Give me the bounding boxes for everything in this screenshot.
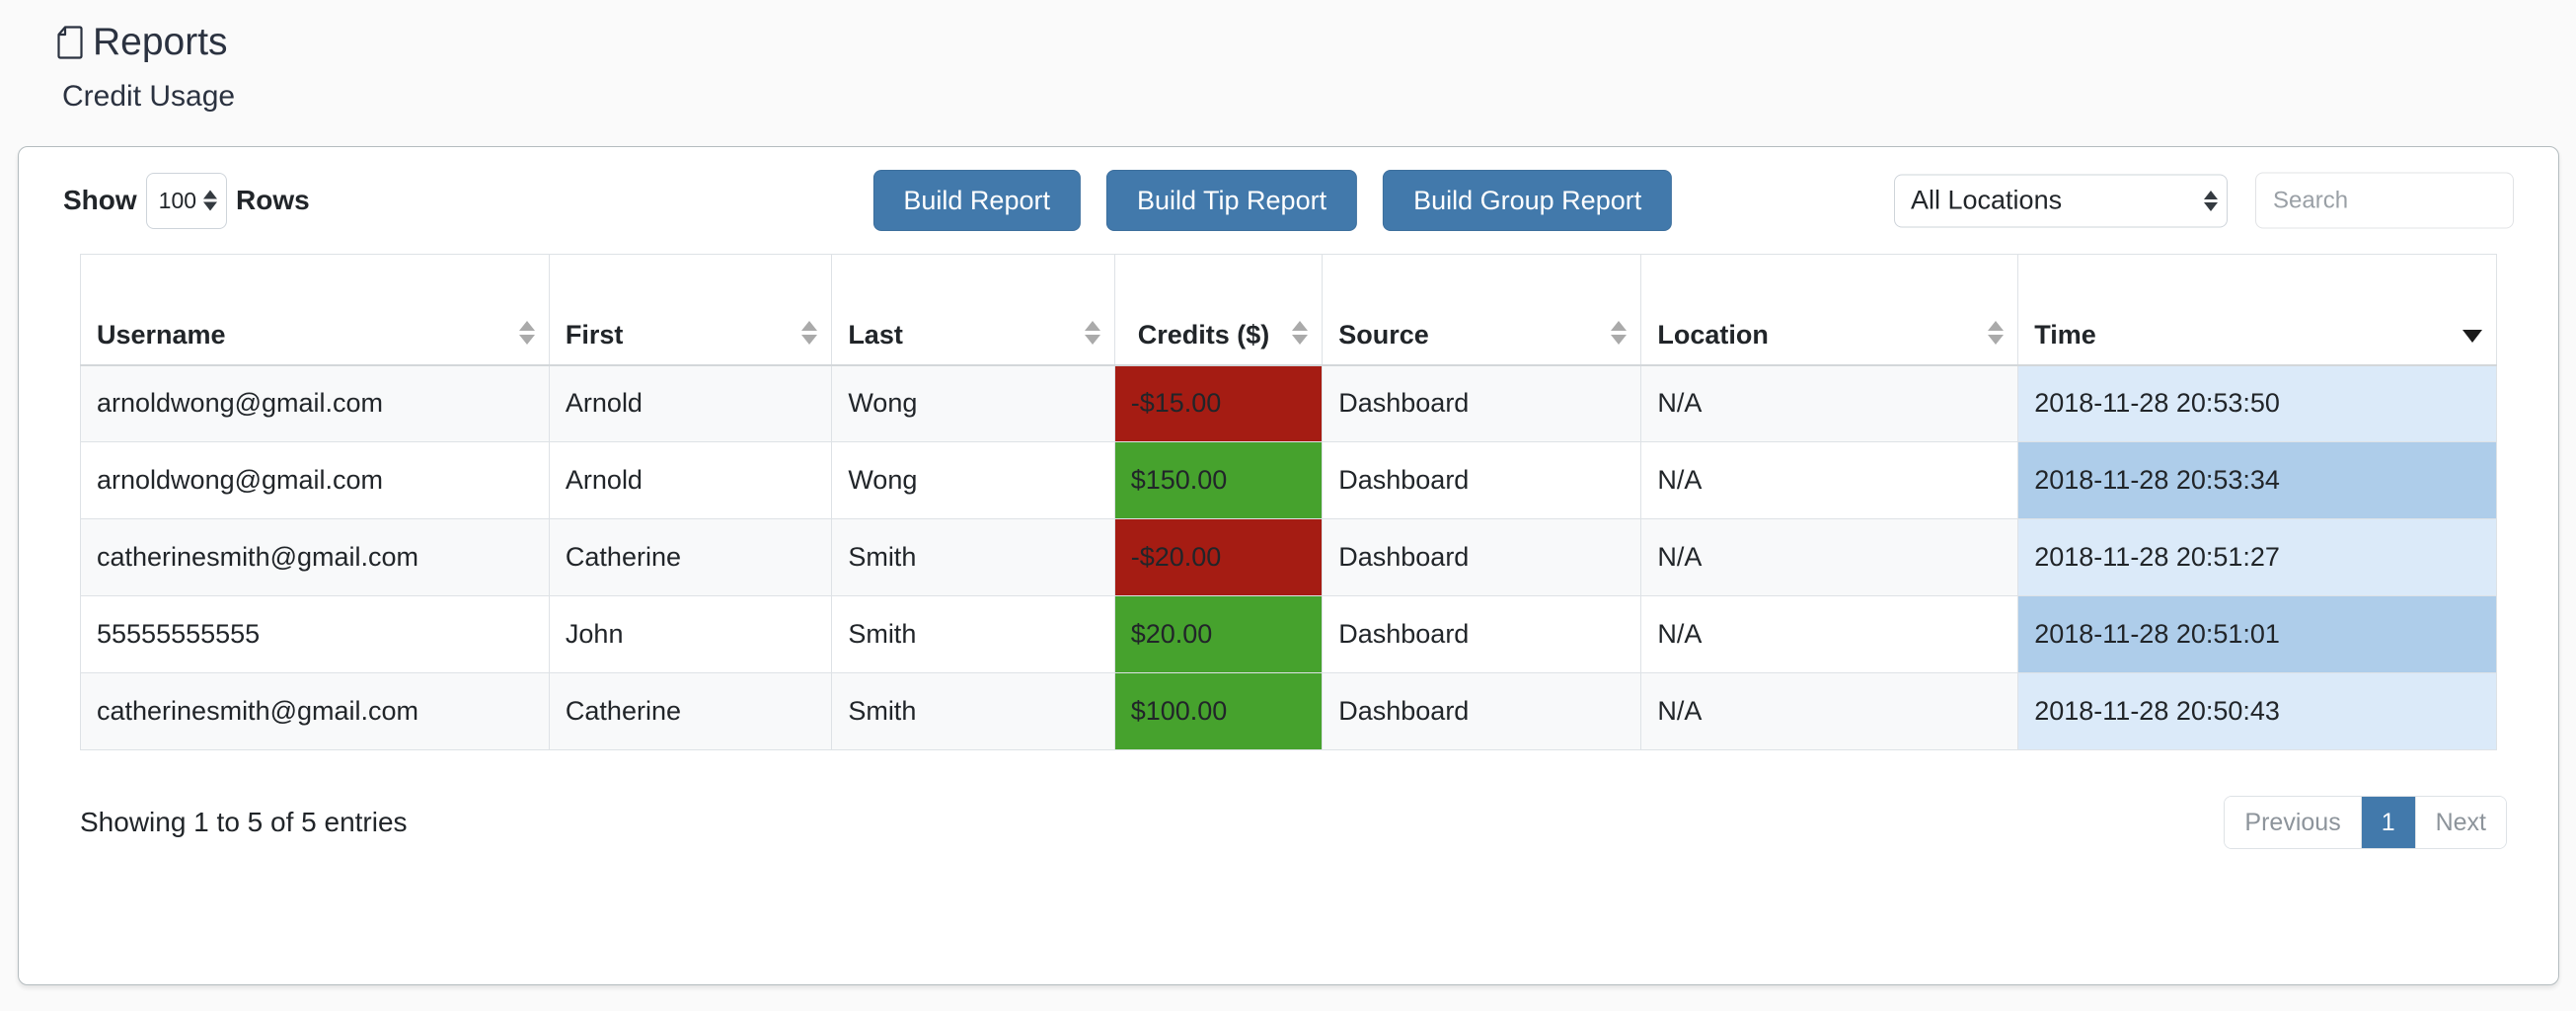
table-row: catherinesmith@gmail.comCatherineSmith$1… [81,673,2497,750]
table-container: Username First Last Credits ($) [19,254,2558,750]
document-icon [57,26,83,59]
cell-credits: -$15.00 [1114,365,1323,442]
table-row: arnoldwong@gmail.comArnoldWong-$15.00Das… [81,365,2497,442]
column-header-location[interactable]: Location [1641,255,2018,365]
cell-credits: -$20.00 [1114,519,1323,596]
cell-credits: $20.00 [1114,596,1323,673]
column-label: First [566,320,624,350]
report-buttons: Build Report Build Tip Report Build Grou… [872,170,1672,231]
sort-descending-icon[interactable] [2462,330,2482,343]
cell-source: Dashboard [1323,442,1641,519]
cell-location: N/A [1641,365,2018,442]
page-subtitle: Credit Usage [62,80,2576,114]
cell-location: N/A [1641,519,2018,596]
table-row: catherinesmith@gmail.comCatherineSmith-$… [81,519,2497,596]
cell-time: 2018-11-28 20:50:43 [2018,673,2497,750]
cell-username: 55555555555 [81,596,550,673]
cell-last: Wong [832,442,1114,519]
cell-last: Smith [832,673,1114,750]
cell-first: John [549,596,831,673]
cell-last: Wong [832,365,1114,442]
sort-arrows-icon[interactable] [1611,321,1627,345]
rows-per-page-value: 100 [159,188,196,214]
cell-first: Catherine [549,519,831,596]
cell-username: arnoldwong@gmail.com [81,365,550,442]
column-header-source[interactable]: Source [1323,255,1641,365]
reports-page: Reports Credit Usage Show 100 Rows Build… [0,0,2576,1011]
report-card: Show 100 Rows Build Report Build Tip Rep… [18,146,2559,985]
cell-first: Arnold [549,442,831,519]
table-row: 55555555555JohnSmith$20.00DashboardN/A20… [81,596,2497,673]
cell-credits: $100.00 [1114,673,1323,750]
table-toolbar: Show 100 Rows Build Report Build Tip Rep… [19,147,2558,254]
cell-time: 2018-11-28 20:51:01 [2018,596,2497,673]
table-row: arnoldwong@gmail.comArnoldWong$150.00Das… [81,442,2497,519]
cell-location: N/A [1641,442,2018,519]
column-label: Username [97,320,226,350]
column-label: Source [1338,320,1429,350]
cell-username: arnoldwong@gmail.com [81,442,550,519]
column-header-last[interactable]: Last [832,255,1114,365]
column-header-time[interactable]: Time [2018,255,2497,365]
cell-location: N/A [1641,596,2018,673]
column-label: Location [1657,320,1769,350]
cell-source: Dashboard [1323,596,1641,673]
pagination-previous[interactable]: Previous [2225,797,2361,848]
table-header-row: Username First Last Credits ($) [81,255,2497,365]
cell-location: N/A [1641,673,2018,750]
sort-arrows-icon[interactable] [1085,321,1100,345]
sort-arrows-icon[interactable] [801,321,817,345]
location-filter-select[interactable]: All Locations [1894,174,2228,227]
rows-per-page-select[interactable]: 100 [146,173,227,229]
cell-last: Smith [832,519,1114,596]
cell-credits: $150.00 [1114,442,1323,519]
cell-username: catherinesmith@gmail.com [81,673,550,750]
build-tip-report-button[interactable]: Build Tip Report [1106,170,1357,231]
pagination: Previous 1 Next [2224,796,2507,849]
pagination-next[interactable]: Next [2416,797,2506,848]
column-label: Last [848,320,903,350]
cell-time: 2018-11-28 20:53:34 [2018,442,2497,519]
page-title-text: Reports [93,22,228,64]
build-group-report-button[interactable]: Build Group Report [1383,170,1672,231]
pagination-page-1[interactable]: 1 [2362,797,2416,848]
sort-arrows-icon[interactable] [1988,321,2004,345]
sort-arrows-icon[interactable] [1292,321,1308,345]
stepper-arrows-icon [2204,191,2218,211]
column-header-credits[interactable]: Credits ($) [1114,255,1323,365]
cell-source: Dashboard [1323,365,1641,442]
column-header-first[interactable]: First [549,255,831,365]
cell-source: Dashboard [1323,673,1641,750]
stepper-arrows-icon [203,191,217,211]
column-label: Credits ($) [1131,320,1283,350]
table-body: arnoldwong@gmail.comArnoldWong-$15.00Das… [81,365,2497,750]
cell-first: Catherine [549,673,831,750]
cell-first: Arnold [549,365,831,442]
cell-time: 2018-11-28 20:51:27 [2018,519,2497,596]
location-filter-value: All Locations [1911,186,2062,216]
cell-time: 2018-11-28 20:53:50 [2018,365,2497,442]
sort-arrows-icon[interactable] [519,321,535,345]
page-header: Reports Credit Usage [0,0,2576,114]
build-report-button[interactable]: Build Report [872,170,1081,231]
rows-label: Rows [236,185,310,216]
column-header-username[interactable]: Username [81,255,550,365]
cell-source: Dashboard [1323,519,1641,596]
credit-usage-table: Username First Last Credits ($) [80,254,2497,750]
table-footer: Showing 1 to 5 of 5 entries Previous 1 N… [19,750,2558,849]
cell-last: Smith [832,596,1114,673]
entries-info: Showing 1 to 5 of 5 entries [80,807,408,838]
show-rows-control: Show 100 Rows [63,173,310,229]
table-header: Username First Last Credits ($) [81,255,2497,365]
page-title: Reports [57,22,2576,64]
cell-username: catherinesmith@gmail.com [81,519,550,596]
show-label: Show [63,185,137,216]
column-label: Time [2034,320,2096,350]
search-input[interactable] [2255,173,2514,229]
toolbar-right-controls: All Locations [1894,173,2514,229]
